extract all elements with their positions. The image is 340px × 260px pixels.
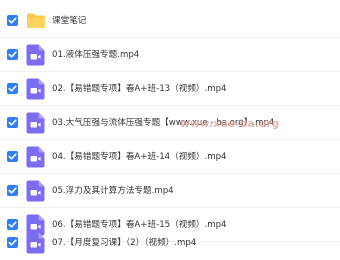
file-name: 01.液体压强专题.mp4 bbox=[52, 50, 140, 60]
file-row[interactable]: 02.【易错题专项】春A+班-13（视频）.mp4 bbox=[0, 72, 340, 106]
watermark-text: www.xue-ba.org bbox=[180, 118, 280, 130]
file-row[interactable]: 01.液体压强专题.mp4 bbox=[0, 38, 340, 72]
folder-checkbox[interactable] bbox=[7, 15, 18, 26]
file-checkbox[interactable] bbox=[7, 185, 18, 196]
video-file-icon bbox=[26, 44, 45, 66]
file-checkbox[interactable] bbox=[7, 49, 18, 60]
file-row[interactable]: 05.浮力及其计算方法专题.mp4 bbox=[0, 174, 340, 208]
file-checkbox[interactable] bbox=[7, 237, 18, 248]
file-name: 02.【易错题专项】春A+班-13（视频）.mp4 bbox=[52, 84, 227, 94]
file-name: 05.浮力及其计算方法专题.mp4 bbox=[52, 186, 174, 196]
folder-row[interactable]: 课堂笔记 bbox=[0, 4, 340, 38]
folder-name: 课堂笔记 bbox=[52, 16, 87, 26]
file-checkbox[interactable] bbox=[7, 151, 18, 162]
file-row[interactable]: 07.【月度复习课】（2）（视频）.mp4 bbox=[0, 226, 340, 260]
video-file-icon bbox=[26, 232, 45, 254]
file-checkbox[interactable] bbox=[7, 83, 18, 94]
folder-icon bbox=[26, 12, 46, 29]
video-file-icon bbox=[26, 112, 45, 134]
video-file-icon bbox=[26, 78, 45, 100]
video-file-icon bbox=[26, 146, 45, 168]
file-row[interactable]: 04.【易错题专项】春A+班-14（视频）.mp4 bbox=[0, 140, 340, 174]
file-name: 04.【易错题专项】春A+班-14（视频）.mp4 bbox=[52, 152, 227, 162]
file-list: 课堂笔记 01.液体压强专题.mp4 02.【易错题专项】春A+班-13（视频）… bbox=[0, 0, 340, 254]
file-row[interactable]: 03.大气压强与流体压强专题【www.xue - ba.org】.mp4 bbox=[0, 106, 340, 140]
file-checkbox[interactable] bbox=[7, 117, 18, 128]
video-file-icon bbox=[26, 180, 45, 202]
file-name: 07.【月度复习课】（2）（视频）.mp4 bbox=[52, 238, 197, 248]
